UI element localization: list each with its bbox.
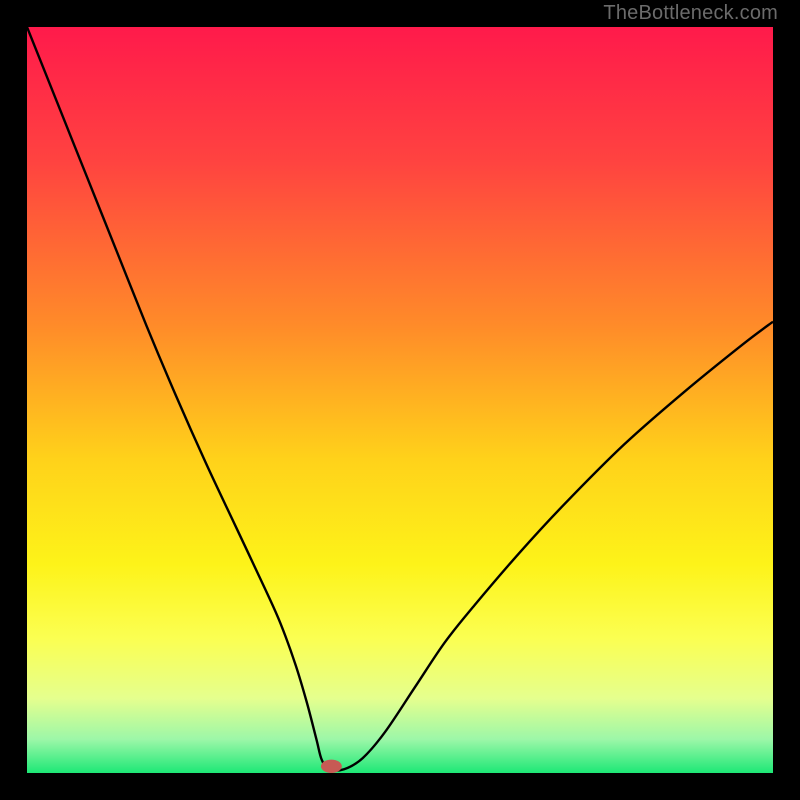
outer-frame: TheBottleneck.com <box>0 0 800 800</box>
watermark-text: TheBottleneck.com <box>603 2 778 25</box>
bottleneck-chart <box>27 27 773 773</box>
min-point-marker <box>321 760 342 773</box>
chart-background <box>27 27 773 773</box>
